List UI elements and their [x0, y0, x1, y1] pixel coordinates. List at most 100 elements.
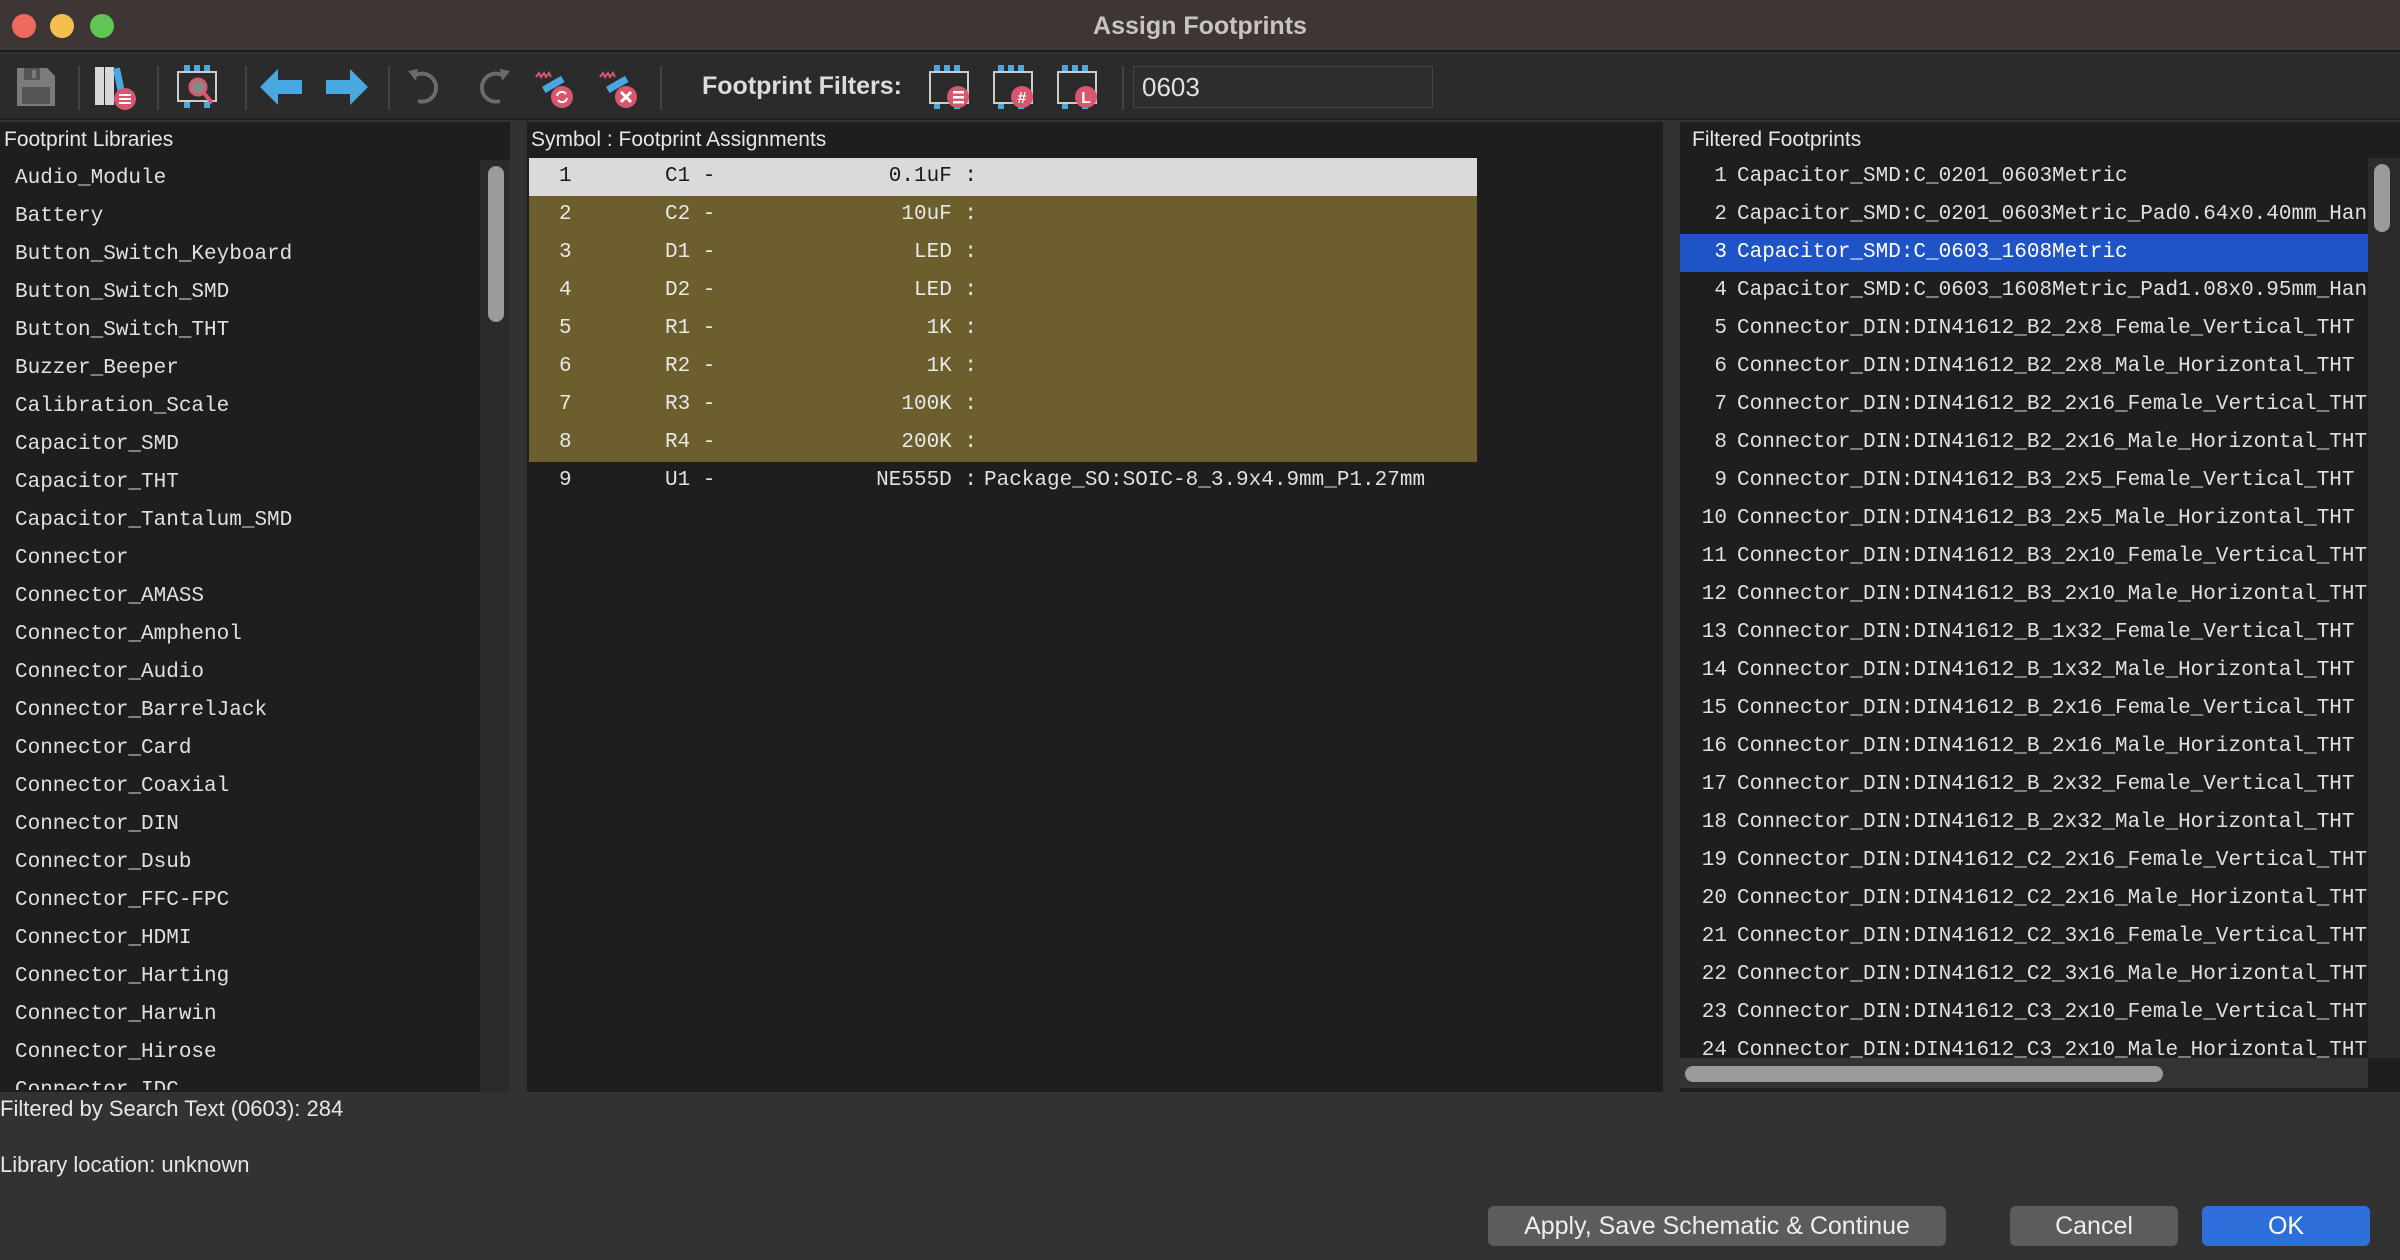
library-list-item[interactable]: Capacitor_SMD — [0, 426, 480, 464]
library-list-item[interactable]: Buzzer_Beeper — [0, 350, 480, 388]
footprint-name: Connector_DIN:DIN41612_C2_2x16_Female_Ve… — [1737, 849, 2368, 872]
library-list-item[interactable]: Connector_Amphenol — [0, 616, 480, 654]
footprint-list-item[interactable]: 3 Capacitor_SMD:C_0603_1608Metric — [1680, 234, 2368, 272]
footprint-name: Connector_DIN:DIN41612_B2_2x8_Male_Horiz… — [1737, 355, 2355, 378]
footprint-list-item[interactable]: 10 Connector_DIN:DIN41612_B3_2x5_Male_Hor… — [1680, 500, 2368, 538]
assignment-row[interactable]: 8 R4 - 200K : — [529, 424, 1477, 462]
library-list-item[interactable]: Button_Switch_THT — [0, 312, 480, 350]
assignment-row[interactable]: 5 R1 - 1K : — [529, 310, 1477, 348]
library-list-item[interactable]: Connector_FFC-FPC — [0, 882, 480, 920]
footprint-list-item[interactable]: 11 Connector_DIN:DIN41612_B3_2x10_Female_… — [1680, 538, 2368, 576]
footprints-vertical-scrollbar[interactable] — [2368, 158, 2400, 1058]
footprint-list-item[interactable]: 6 Connector_DIN:DIN41612_B2_2x8_Male_Hori… — [1680, 348, 2368, 386]
assignment-row[interactable]: 7 R3 - 100K : — [529, 386, 1477, 424]
row-number: 9 — [559, 469, 572, 492]
footprint-list-item[interactable]: 19 Connector_DIN:DIN41612_C2_2x16_Female_… — [1680, 842, 2368, 880]
footprint-number: 23 — [1701, 1001, 1727, 1024]
filter-by-keywords-button[interactable] — [926, 62, 978, 112]
library-list-item[interactable]: Connector_Audio — [0, 654, 480, 692]
assignment-row[interactable]: 4 D2 - LED : — [529, 272, 1477, 310]
footprint-name: Connector_DIN:DIN41612_B_2x16_Male_Horiz… — [1737, 735, 2355, 758]
library-list-item[interactable]: Button_Switch_Keyboard — [0, 236, 480, 274]
footprint-list-item[interactable]: 22 Connector_DIN:DIN41612_C2_3x16_Male_Ho… — [1680, 956, 2368, 994]
filtered-footprints-list[interactable]: 1 Capacitor_SMD:C_0201_0603Metric 2 Capacit… — [1680, 158, 2368, 1058]
assignment-row[interactable]: 2 C2 - 10uF : — [529, 196, 1477, 234]
footprint-filter-input[interactable] — [1133, 66, 1433, 108]
assignment-row[interactable]: 6 R2 - 1K : — [529, 348, 1477, 386]
redo-button[interactable] — [466, 62, 518, 112]
libraries-scroll-thumb[interactable] — [488, 166, 504, 322]
filter-by-pin-count-button[interactable]: # — [990, 62, 1042, 112]
footprint-list-item[interactable]: 16 Connector_DIN:DIN41612_B_2x16_Male_Hor… — [1680, 728, 2368, 766]
library-list-item[interactable]: Connector_Coaxial — [0, 768, 480, 806]
footprint-name: Connector_DIN:DIN41612_B3_2x10_Female_Ve… — [1737, 545, 2368, 568]
footprints-hscroll-thumb[interactable] — [1685, 1066, 2163, 1082]
previous-button[interactable] — [256, 62, 308, 112]
footprint-assignments-header: Symbol : Footprint Assignments — [531, 128, 827, 151]
assignment-row[interactable]: 9 U1 - NE555D : Package_SO:SOIC-8_3.9x4.9mm… — [529, 462, 1477, 500]
footprint-name: Connector_DIN:DIN41612_C2_2x16_Male_Hori… — [1737, 887, 2368, 910]
auto-associate-button[interactable] — [530, 62, 582, 112]
library-list-item[interactable]: Connector_Hirose — [0, 1034, 480, 1072]
footprint-list-item[interactable]: 15 Connector_DIN:DIN41612_B_2x16_Female_V… — [1680, 690, 2368, 728]
assignment-row[interactable]: 1 C1 - 0.1uF : — [529, 158, 1477, 196]
delete-associations-button[interactable] — [594, 62, 646, 112]
footprint-list-item[interactable]: 14 Connector_DIN:DIN41612_B_1x32_Male_Hor… — [1680, 652, 2368, 690]
library-browser-button[interactable] — [90, 62, 142, 112]
library-list-item[interactable]: Capacitor_THT — [0, 464, 480, 502]
library-list-item[interactable]: Capacitor_Tantalum_SMD — [0, 502, 480, 540]
footprints-vscroll-thumb[interactable] — [2374, 164, 2390, 232]
footprint-list-item[interactable]: 12 Connector_DIN:DIN41612_B3_2x10_Male_Ho… — [1680, 576, 2368, 614]
footprint-list-item[interactable]: 23 Connector_DIN:DIN41612_C3_2x10_Female_… — [1680, 994, 2368, 1032]
apply-save-continue-button[interactable]: Apply, Save Schematic & Continue — [1488, 1206, 1946, 1246]
toolbar: Footprint Filters: # L — [0, 54, 2400, 120]
footprint-name: Connector_DIN:DIN41612_B_2x16_Female_Ver… — [1737, 697, 2355, 720]
library-list-item[interactable]: Button_Switch_SMD — [0, 274, 480, 312]
footprint-name: Connector_DIN:DIN41612_B_1x32_Female_Ver… — [1737, 621, 2355, 644]
footprint-list-item[interactable]: 13 Connector_DIN:DIN41612_B_1x32_Female_V… — [1680, 614, 2368, 652]
next-button[interactable] — [320, 62, 372, 112]
footprint-list-item[interactable]: 9 Connector_DIN:DIN41612_B3_2x5_Female_Ve… — [1680, 462, 2368, 500]
view-footprint-button[interactable] — [172, 62, 224, 112]
footprints-horizontal-scrollbar[interactable] — [1680, 1058, 2368, 1088]
undo-button[interactable] — [400, 62, 452, 112]
footprint-assignments-list[interactable]: 1 C1 - 0.1uF : 2 C2 - 10uF : 3 D1 - LED : 4 D2 - LE… — [529, 158, 1477, 500]
footprint-libraries-list[interactable]: Audio_Module Battery Button_Switch_Keyboar… — [0, 160, 480, 1090]
cancel-button[interactable]: Cancel — [2010, 1206, 2178, 1246]
footprint-filters-label: Footprint Filters: — [702, 72, 902, 100]
library-list-item[interactable]: Connector_Harwin — [0, 996, 480, 1034]
footprint-name: Capacitor_SMD:C_0201_0603Metric_Pad0.64x… — [1737, 203, 2368, 226]
title-bar: Assign Footprints — [0, 0, 2400, 52]
filtered-footprints-panel: Filtered Footprints 1 Capacitor_SMD:C_020… — [1680, 122, 2400, 1092]
library-list-item[interactable]: Connector_HDMI — [0, 920, 480, 958]
library-list-item[interactable]: Calibration_Scale — [0, 388, 480, 426]
footprint-list-item[interactable]: 20 Connector_DIN:DIN41612_C2_2x16_Male_Ho… — [1680, 880, 2368, 918]
footprint-list-item[interactable]: 24 Connector_DIN:DIN41612_C3_2x10_Male_Ho… — [1680, 1032, 2368, 1058]
assignment-row[interactable]: 3 D1 - LED : — [529, 234, 1477, 272]
save-button[interactable] — [10, 62, 62, 112]
ok-button[interactable]: OK — [2202, 1206, 2370, 1246]
library-list-item[interactable]: Audio_Module — [0, 160, 480, 198]
symbol-value: LED : — [913, 241, 977, 264]
library-list-item[interactable]: Battery — [0, 198, 480, 236]
library-list-item[interactable]: Connector_Card — [0, 730, 480, 768]
footprint-list-item[interactable]: 1 Capacitor_SMD:C_0201_0603Metric — [1680, 158, 2368, 196]
filter-by-library-button[interactable]: L — [1054, 62, 1106, 112]
library-list-item[interactable]: Connector — [0, 540, 480, 578]
library-list-item[interactable]: Connector_DIN — [0, 806, 480, 844]
library-list-item[interactable]: Connector_BarrelJack — [0, 692, 480, 730]
filter-by-keywords-icon — [929, 65, 969, 109]
footprint-list-item[interactable]: 8 Connector_DIN:DIN41612_B2_2x16_Male_Hor… — [1680, 424, 2368, 462]
libraries-vertical-scrollbar[interactable] — [480, 160, 510, 1092]
library-list-item[interactable]: Connector_Harting — [0, 958, 480, 996]
footprint-list-item[interactable]: 18 Connector_DIN:DIN41612_B_2x32_Male_Hor… — [1680, 804, 2368, 842]
library-list-item[interactable]: Connector_AMASS — [0, 578, 480, 616]
footprint-list-item[interactable]: 21 Connector_DIN:DIN41612_C2_3x16_Female_… — [1680, 918, 2368, 956]
footprint-list-item[interactable]: 17 Connector_DIN:DIN41612_B_2x32_Female_V… — [1680, 766, 2368, 804]
footprint-list-item[interactable]: 2 Capacitor_SMD:C_0201_0603Metric_Pad0.64… — [1680, 196, 2368, 234]
footprint-list-item[interactable]: 5 Connector_DIN:DIN41612_B2_2x8_Female_Ve… — [1680, 310, 2368, 348]
footprint-list-item[interactable]: 4 Capacitor_SMD:C_0603_1608Metric_Pad1.08… — [1680, 272, 2368, 310]
library-list-item[interactable]: Connector_IDC — [0, 1072, 480, 1090]
footprint-list-item[interactable]: 7 Connector_DIN:DIN41612_B2_2x16_Female_V… — [1680, 386, 2368, 424]
library-list-item[interactable]: Connector_Dsub — [0, 844, 480, 882]
